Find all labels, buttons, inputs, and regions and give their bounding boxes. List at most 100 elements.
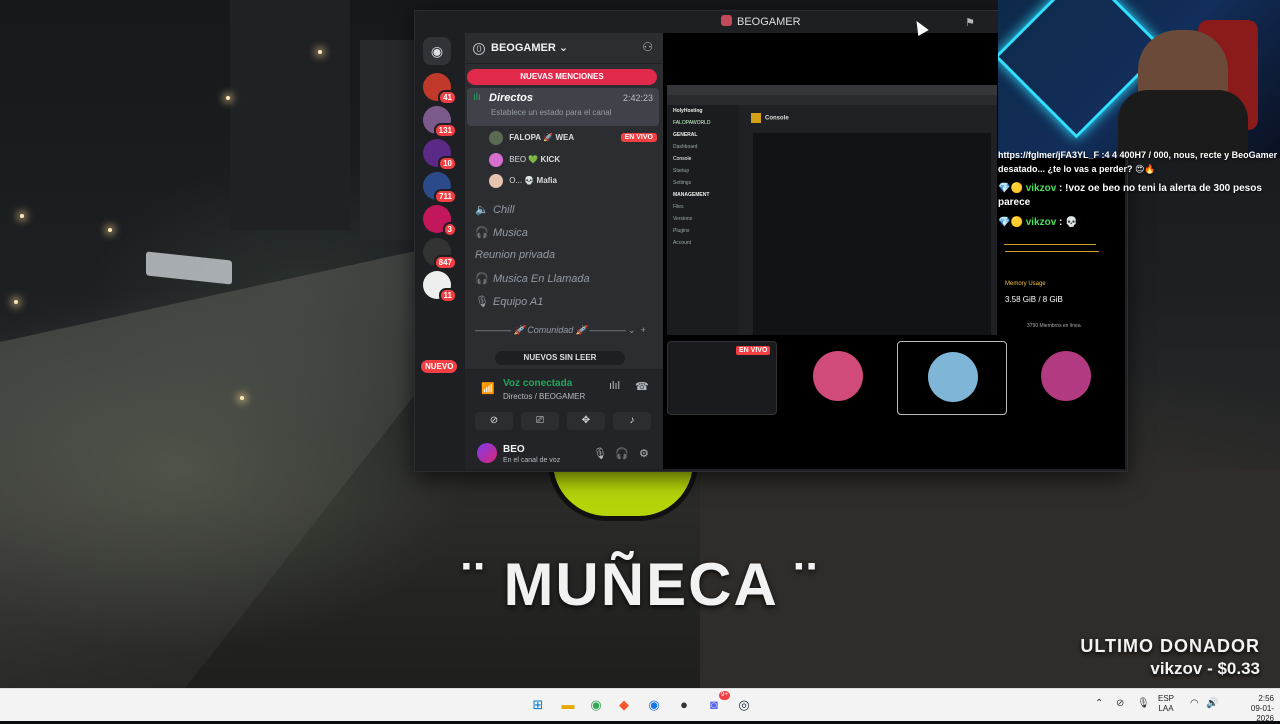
channel-musica-en-llamada[interactable]: 🎧 Musica En Llamada [475, 272, 590, 285]
divider [1005, 251, 1099, 252]
avatar [489, 153, 503, 167]
discord-icon[interactable]: ◙ 9+ [704, 691, 730, 715]
server-name: FALOPAWORLD [673, 120, 711, 126]
user-panel: BEO En el canal de voz 🎙 🎧 ⚙ [465, 439, 663, 469]
channel-reunion-privada[interactable]: Reunion privada [475, 249, 555, 261]
avatar [813, 351, 863, 401]
donor-value: vikzov - $0.33 [1150, 659, 1260, 678]
avatar [489, 131, 503, 145]
nav-section: MANAGEMENT [673, 192, 710, 198]
server-icon[interactable]: 41 [423, 73, 457, 105]
chat-message: 💎🟡 vikzov : !voz oe beo no teni la alert… [998, 183, 1262, 208]
nav-item: Versions [673, 216, 693, 222]
category-comunidad[interactable]: ———— 🚀 Comunidad 🚀 ———— ⌄ + [475, 325, 655, 336]
guild-name[interactable]: BEOGAMER ⌄ [491, 41, 568, 54]
voice-user-tag: KICK [540, 155, 561, 165]
street-lamp [108, 228, 112, 232]
voice-location[interactable]: Directos / BEOGAMER [503, 392, 585, 401]
tile-participant[interactable] [783, 341, 891, 413]
guild-header[interactable]: 0 BEOGAMER ⌄ ⚇ [465, 33, 663, 64]
new-pill[interactable]: NUEVO [421, 360, 458, 373]
headphones-icon[interactable]: 🎧 [615, 447, 629, 460]
server-icon[interactable]: 131 [423, 106, 457, 138]
channel-directos[interactable]: ılı Directos 2:42:23 Establece un estado… [467, 88, 659, 126]
language-indicator[interactable]: ESP LAA [1158, 694, 1174, 714]
headphones-icon: 🎧 [475, 227, 489, 239]
chevron-up-icon[interactable]: ⌃ [1095, 698, 1103, 709]
voice-user-tag: Mafia [536, 176, 557, 186]
last-donor: ULTIMO DONADOR vikzov - $0.33 [1080, 636, 1260, 679]
inbox-icon[interactable]: ⚑ [965, 16, 975, 29]
bus [146, 251, 232, 285]
live-badge: EN VIVO [736, 346, 771, 355]
street-lamp [240, 396, 244, 400]
disconnect-icon[interactable]: ☎ [635, 380, 649, 393]
screen-share-button[interactable]: ⎚ [521, 412, 559, 430]
street-lamp [20, 214, 24, 218]
nav-item: Plugins [673, 228, 690, 234]
app-icon[interactable]: ● [674, 695, 694, 715]
voice-user[interactable]: BEO 💚 KICK [489, 153, 560, 169]
nav-item: Files [673, 204, 684, 210]
voice-user[interactable]: O... 💀 Mafia [489, 174, 557, 190]
network-icon[interactable]: ⊘ [1116, 698, 1124, 709]
volume-icon[interactable]: 🔊 [1206, 698, 1218, 709]
voice-user-name: FALOPA [509, 133, 542, 143]
clock-time: 2:56 [1258, 694, 1274, 703]
browser-address [667, 95, 997, 105]
unread-pill[interactable]: NUEVOS SIN LEER [495, 351, 625, 365]
members-online: 3790 Miembros en línea [1027, 323, 1081, 329]
mic-icon[interactable]: 🎙 [593, 447, 607, 460]
new-mentions-pill[interactable]: NUEVAS MENCIONES [467, 69, 657, 85]
server-icon[interactable]: 3 [423, 205, 457, 237]
server-icon[interactable]: 711 [423, 172, 457, 204]
voice-activity-icon[interactable]: ılıl [609, 380, 620, 392]
tile-stream[interactable]: EN VIVO [667, 341, 777, 415]
voice-user[interactable]: FALOPA 🚀 WEA [489, 131, 574, 147]
file-explorer-icon[interactable]: ▬ [558, 695, 578, 715]
panel-sidebar: HolyHosting FALOPAWORLD GENERAL Dashboar… [667, 105, 739, 335]
tile-participant[interactable] [1011, 341, 1119, 413]
start-icon[interactable]: ⊞ [528, 695, 548, 715]
invite-icon[interactable]: ⚇ [642, 40, 653, 54]
voice-panel: 📶 Voz conectada Directos / BEOGAMER ılıl… [465, 369, 663, 440]
chrome-icon[interactable]: ◉ [586, 695, 606, 715]
shared-screen[interactable]: HolyHosting FALOPAWORLD GENERAL Dashboar… [667, 85, 997, 335]
channel-musica[interactable]: 🎧 Musica [475, 226, 528, 239]
avatar[interactable] [477, 443, 497, 463]
user-name: BEO [503, 444, 525, 455]
channel-name: Directos [489, 92, 534, 104]
steam-icon[interactable]: ◎ [734, 695, 754, 715]
chrome-dev-icon[interactable]: ◉ [644, 695, 664, 715]
clock-date: 09-01-2026 [1250, 704, 1274, 723]
song-title: ¨ MUÑECA ¨ [462, 551, 818, 618]
voice-activity-icon: ılı [473, 92, 481, 103]
signal-icon[interactable]: 📶 [481, 382, 495, 395]
channel-chill[interactable]: 🔈 Chill [475, 203, 514, 216]
donor-label: ULTIMO DONADOR [1080, 636, 1260, 656]
channel-status[interactable]: Establece un estado para el canal [491, 108, 612, 117]
mic-icon[interactable]: 🎙 [1137, 698, 1150, 709]
notification-badge: 11 [438, 288, 457, 303]
server-icon[interactable]: 847 [423, 238, 457, 270]
wifi-icon[interactable]: ◠ [1190, 698, 1199, 709]
brave-icon[interactable]: ◆ [614, 695, 634, 715]
soundboard-button[interactable]: ♪ [613, 412, 651, 430]
nav-item: Startup [673, 168, 690, 174]
channel-sidebar: 0 BEOGAMER ⌄ ⚇ NUEVAS MENCIONES ılı Dire… [465, 33, 663, 469]
lang-primary: ESP [1158, 694, 1175, 703]
channel-equipo-a1[interactable]: 🎙 Equipo A1 [475, 295, 543, 308]
divider [1004, 244, 1096, 245]
voice-user-name: BEO [509, 155, 527, 165]
notification-badge: 847 [433, 255, 457, 270]
server-icon[interactable]: 10 [423, 139, 457, 171]
voice-user-tag: WEA [555, 133, 575, 143]
gear-icon[interactable]: ⚙ [639, 447, 649, 460]
camera-off-button[interactable]: ⊘ [475, 412, 513, 430]
notification-badge: 711 [434, 189, 457, 204]
discord-home-icon[interactable]: ◉ [423, 37, 451, 65]
tile-participant[interactable] [897, 341, 1007, 415]
memory-label: Memory Usage [1005, 281, 1046, 287]
server-icon[interactable]: 11 [423, 271, 457, 303]
activities-button[interactable]: ✥ [567, 412, 605, 430]
